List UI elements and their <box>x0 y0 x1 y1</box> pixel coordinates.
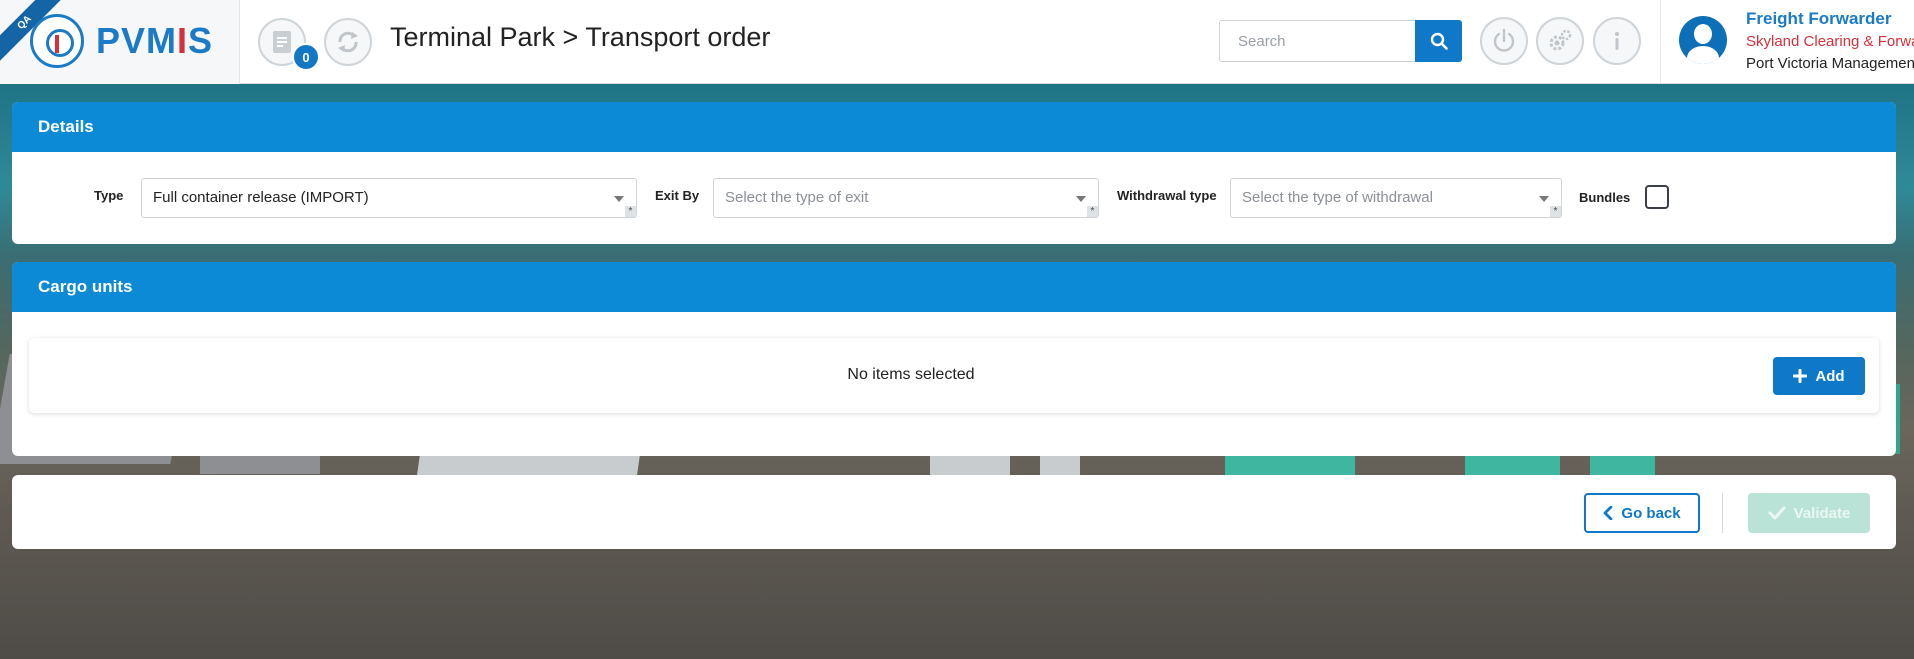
details-panel-title: Details <box>12 102 1896 152</box>
logo-emblem-icon <box>30 14 84 68</box>
info-icon <box>1615 32 1619 50</box>
bundles-checkbox[interactable] <box>1645 185 1669 209</box>
user-company: Skyland Clearing & Forwarding <box>1746 33 1914 50</box>
user-role: Freight Forwarder <box>1746 9 1892 28</box>
withdrawal-type-placeholder: Select the type of withdrawal <box>1242 189 1433 206</box>
page-title: Terminal Park > Transport order <box>390 22 771 52</box>
empty-state-message: No items selected <box>847 366 975 383</box>
go-back-button[interactable]: Go back <box>1584 493 1700 533</box>
notification-count-badge: 0 <box>292 43 320 71</box>
info-button[interactable] <box>1593 17 1641 65</box>
bundles-label: Bundles <box>1579 190 1631 205</box>
search-icon <box>1430 32 1448 50</box>
chevron-down-icon <box>1076 196 1086 202</box>
cargo-units-list: No items selected Add <box>29 338 1879 413</box>
user-profile[interactable]: Freight Forwarder Skyland Clearing & For… <box>1660 0 1914 84</box>
search-input[interactable] <box>1219 20 1415 62</box>
avatar-icon <box>1679 16 1727 64</box>
settings-icon <box>1549 29 1572 51</box>
withdrawal-type-select[interactable]: Select the type of withdrawal * <box>1230 178 1562 218</box>
required-marker: * <box>1550 206 1561 217</box>
refresh-icon <box>338 31 358 53</box>
chevron-left-icon <box>1604 506 1613 520</box>
logo-text: PVMIS <box>96 20 214 61</box>
cargo-units-panel-title: Cargo units <box>12 262 1896 312</box>
add-button-label: Add <box>1815 367 1845 385</box>
power-icon <box>1493 28 1515 52</box>
details-panel: Details Type Full container release (IMP… <box>12 102 1896 244</box>
cargo-units-panel: Cargo units No items selected Add <box>12 262 1896 456</box>
checkmark-icon <box>1768 506 1786 520</box>
settings-button[interactable] <box>1536 17 1584 65</box>
required-marker: * <box>625 206 636 217</box>
validate-button[interactable]: Validate <box>1748 493 1870 533</box>
exit-by-placeholder: Select the type of exit <box>725 189 869 206</box>
logo-area[interactable]: QA PVMIS <box>0 0 240 84</box>
top-header: QA PVMIS 0 Terminal Park > Transport ord… <box>0 0 1914 84</box>
user-organization: Port Victoria Management <box>1746 55 1914 72</box>
logout-button[interactable] <box>1480 17 1528 65</box>
actions-panel: Go back Validate <box>12 475 1896 549</box>
exit-by-select[interactable]: Select the type of exit * <box>713 178 1099 218</box>
refresh-button[interactable] <box>324 18 372 66</box>
document-icon <box>273 31 291 53</box>
type-select-value: Full container release (IMPORT) <box>153 189 369 206</box>
chevron-down-icon <box>1539 196 1549 202</box>
add-cargo-button[interactable]: Add <box>1773 357 1865 395</box>
type-label: Type <box>94 188 124 203</box>
validate-label: Validate <box>1793 504 1851 522</box>
search-button[interactable] <box>1415 20 1462 62</box>
withdrawal-type-label: Withdrawal type <box>1117 188 1217 203</box>
exit-by-label: Exit By <box>655 188 700 203</box>
actions-divider <box>1722 493 1723 533</box>
chevron-down-icon <box>614 196 624 202</box>
plus-icon <box>1793 369 1808 383</box>
type-select[interactable]: Full container release (IMPORT) * <box>141 178 637 218</box>
go-back-label: Go back <box>1621 504 1681 522</box>
required-marker: * <box>1087 206 1098 217</box>
